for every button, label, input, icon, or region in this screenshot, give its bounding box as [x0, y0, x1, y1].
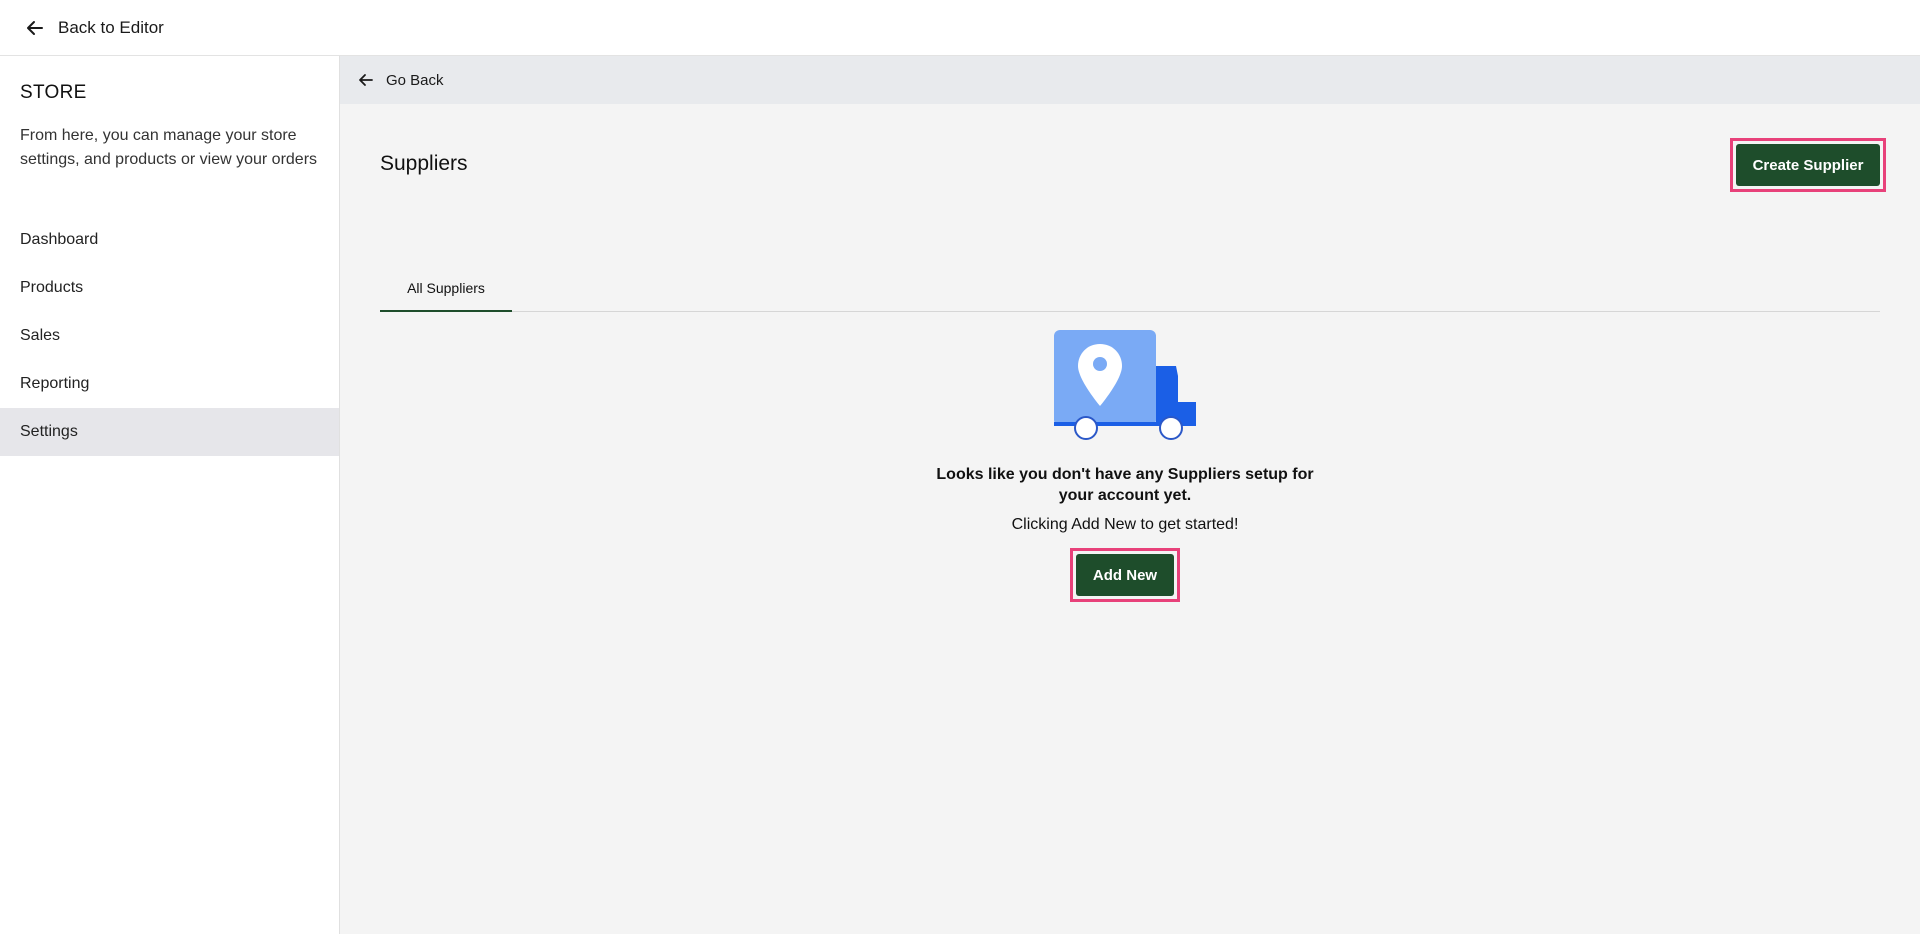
go-back-link[interactable]: Go Back: [358, 72, 444, 89]
back-to-editor-link[interactable]: Back to Editor: [26, 18, 164, 38]
sidebar-item-settings[interactable]: Settings: [0, 408, 339, 456]
sidebar-description: From here, you can manage your store set…: [20, 127, 318, 168]
tab-bar: All Suppliers: [380, 266, 1880, 312]
sidebar-item-reporting[interactable]: Reporting: [0, 360, 339, 408]
sidebar-item-dashboard[interactable]: Dashboard: [0, 216, 339, 264]
sidebar-title: STORE: [20, 82, 87, 103]
empty-state-headline: Looks like you don't have any Suppliers …: [936, 466, 1314, 504]
create-supplier-button[interactable]: Create Supplier: [1736, 144, 1880, 186]
sidebar-item-sales[interactable]: Sales: [0, 312, 339, 360]
top-bar: Back to Editor: [0, 0, 1920, 56]
back-to-editor-label: Back to Editor: [58, 17, 164, 37]
create-supplier-highlight: Create Supplier: [1730, 138, 1886, 192]
sidebar: STORE From here, you can manage your sto…: [0, 56, 340, 934]
page-title: Suppliers: [380, 152, 468, 175]
main-content: Go Back Suppliers Create Supplier All Su…: [340, 56, 1920, 934]
add-new-button[interactable]: Add New: [1076, 554, 1174, 596]
arrow-left-icon: [27, 20, 43, 35]
go-back-bar: Go Back: [340, 56, 1920, 104]
tab-all-suppliers[interactable]: All Suppliers: [380, 266, 512, 312]
arrow-left-icon: [359, 74, 373, 86]
delivery-truck-icon: [1054, 330, 1196, 440]
empty-state: Looks like you don't have any Suppliers …: [925, 324, 1325, 602]
sidebar-nav: Dashboard Products Sales Reporting Setti…: [0, 216, 339, 456]
go-back-label: Go Back: [386, 71, 444, 89]
empty-state-subtext: Clicking Add New to get started!: [1011, 516, 1239, 533]
sidebar-item-products[interactable]: Products: [0, 264, 339, 312]
add-new-highlight: Add New: [1070, 548, 1180, 602]
